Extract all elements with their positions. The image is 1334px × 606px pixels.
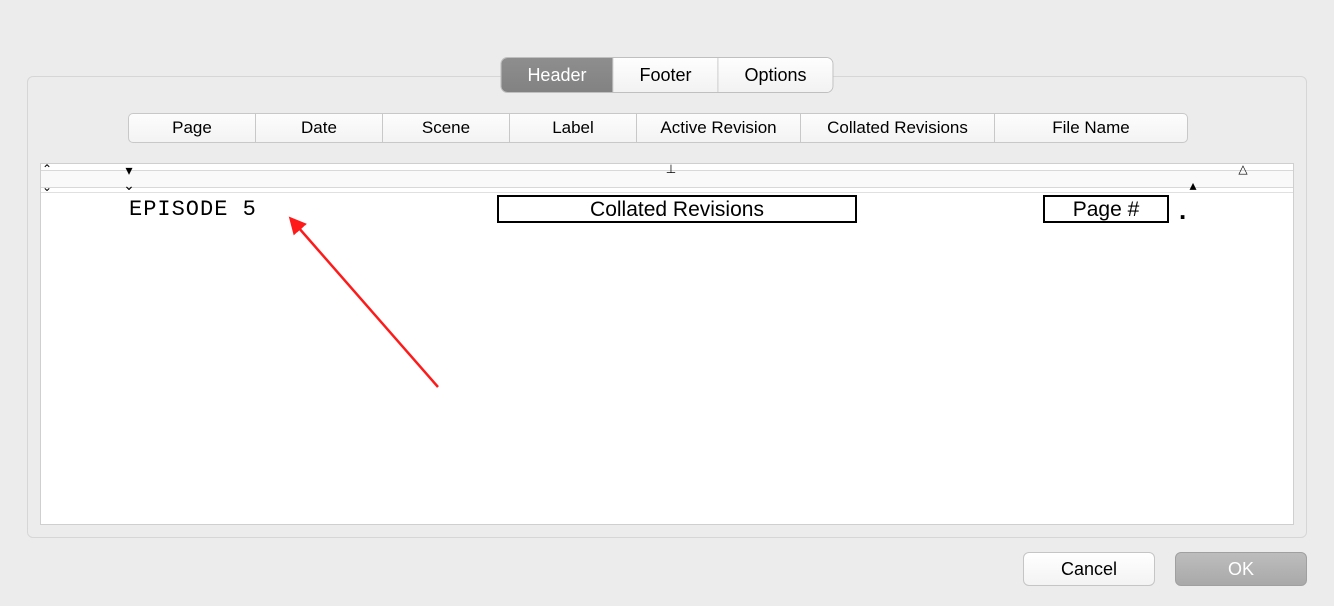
tab-footer[interactable]: Footer: [613, 58, 718, 92]
header-footer-dialog: Header Footer Options Page Date Scene La…: [27, 44, 1307, 602]
field-date-button[interactable]: Date: [255, 113, 383, 143]
header-editor[interactable]: 234567 ⌃ ⌄ ⌄ ▾ ⊥ ▴ △ EPISODE 5 Collated …: [40, 163, 1294, 525]
field-active-revision-button[interactable]: Active Revision: [636, 113, 801, 143]
header-episode-text[interactable]: EPISODE 5: [129, 197, 257, 222]
ruler[interactable]: 234567 ⌃ ⌄ ⌄ ▾ ⊥ ▴ △: [41, 164, 1293, 193]
header-trailing-dot: .: [1179, 195, 1186, 226]
field-scene-button[interactable]: Scene: [382, 113, 510, 143]
fields-bar: Page Date Scene Label Active Revision Co…: [128, 113, 1188, 143]
header-collated-revisions-placeholder[interactable]: Collated Revisions: [497, 195, 857, 223]
header-content-row[interactable]: EPISODE 5 Collated Revisions Page # .: [41, 195, 1293, 231]
field-collated-revisions-button[interactable]: Collated Revisions: [800, 113, 995, 143]
field-label-button[interactable]: Label: [509, 113, 637, 143]
tab-header[interactable]: Header: [501, 58, 613, 92]
field-file-name-button[interactable]: File Name: [994, 113, 1188, 143]
header-page-number-placeholder[interactable]: Page #: [1043, 195, 1169, 223]
cancel-button[interactable]: Cancel: [1023, 552, 1155, 586]
ok-button[interactable]: OK: [1175, 552, 1307, 586]
field-page-button[interactable]: Page: [128, 113, 256, 143]
dialog-buttons: Cancel OK: [1023, 552, 1307, 586]
tabs: Header Footer Options: [501, 58, 832, 92]
panel: Page Date Scene Label Active Revision Co…: [27, 76, 1307, 538]
tab-options[interactable]: Options: [719, 58, 833, 92]
